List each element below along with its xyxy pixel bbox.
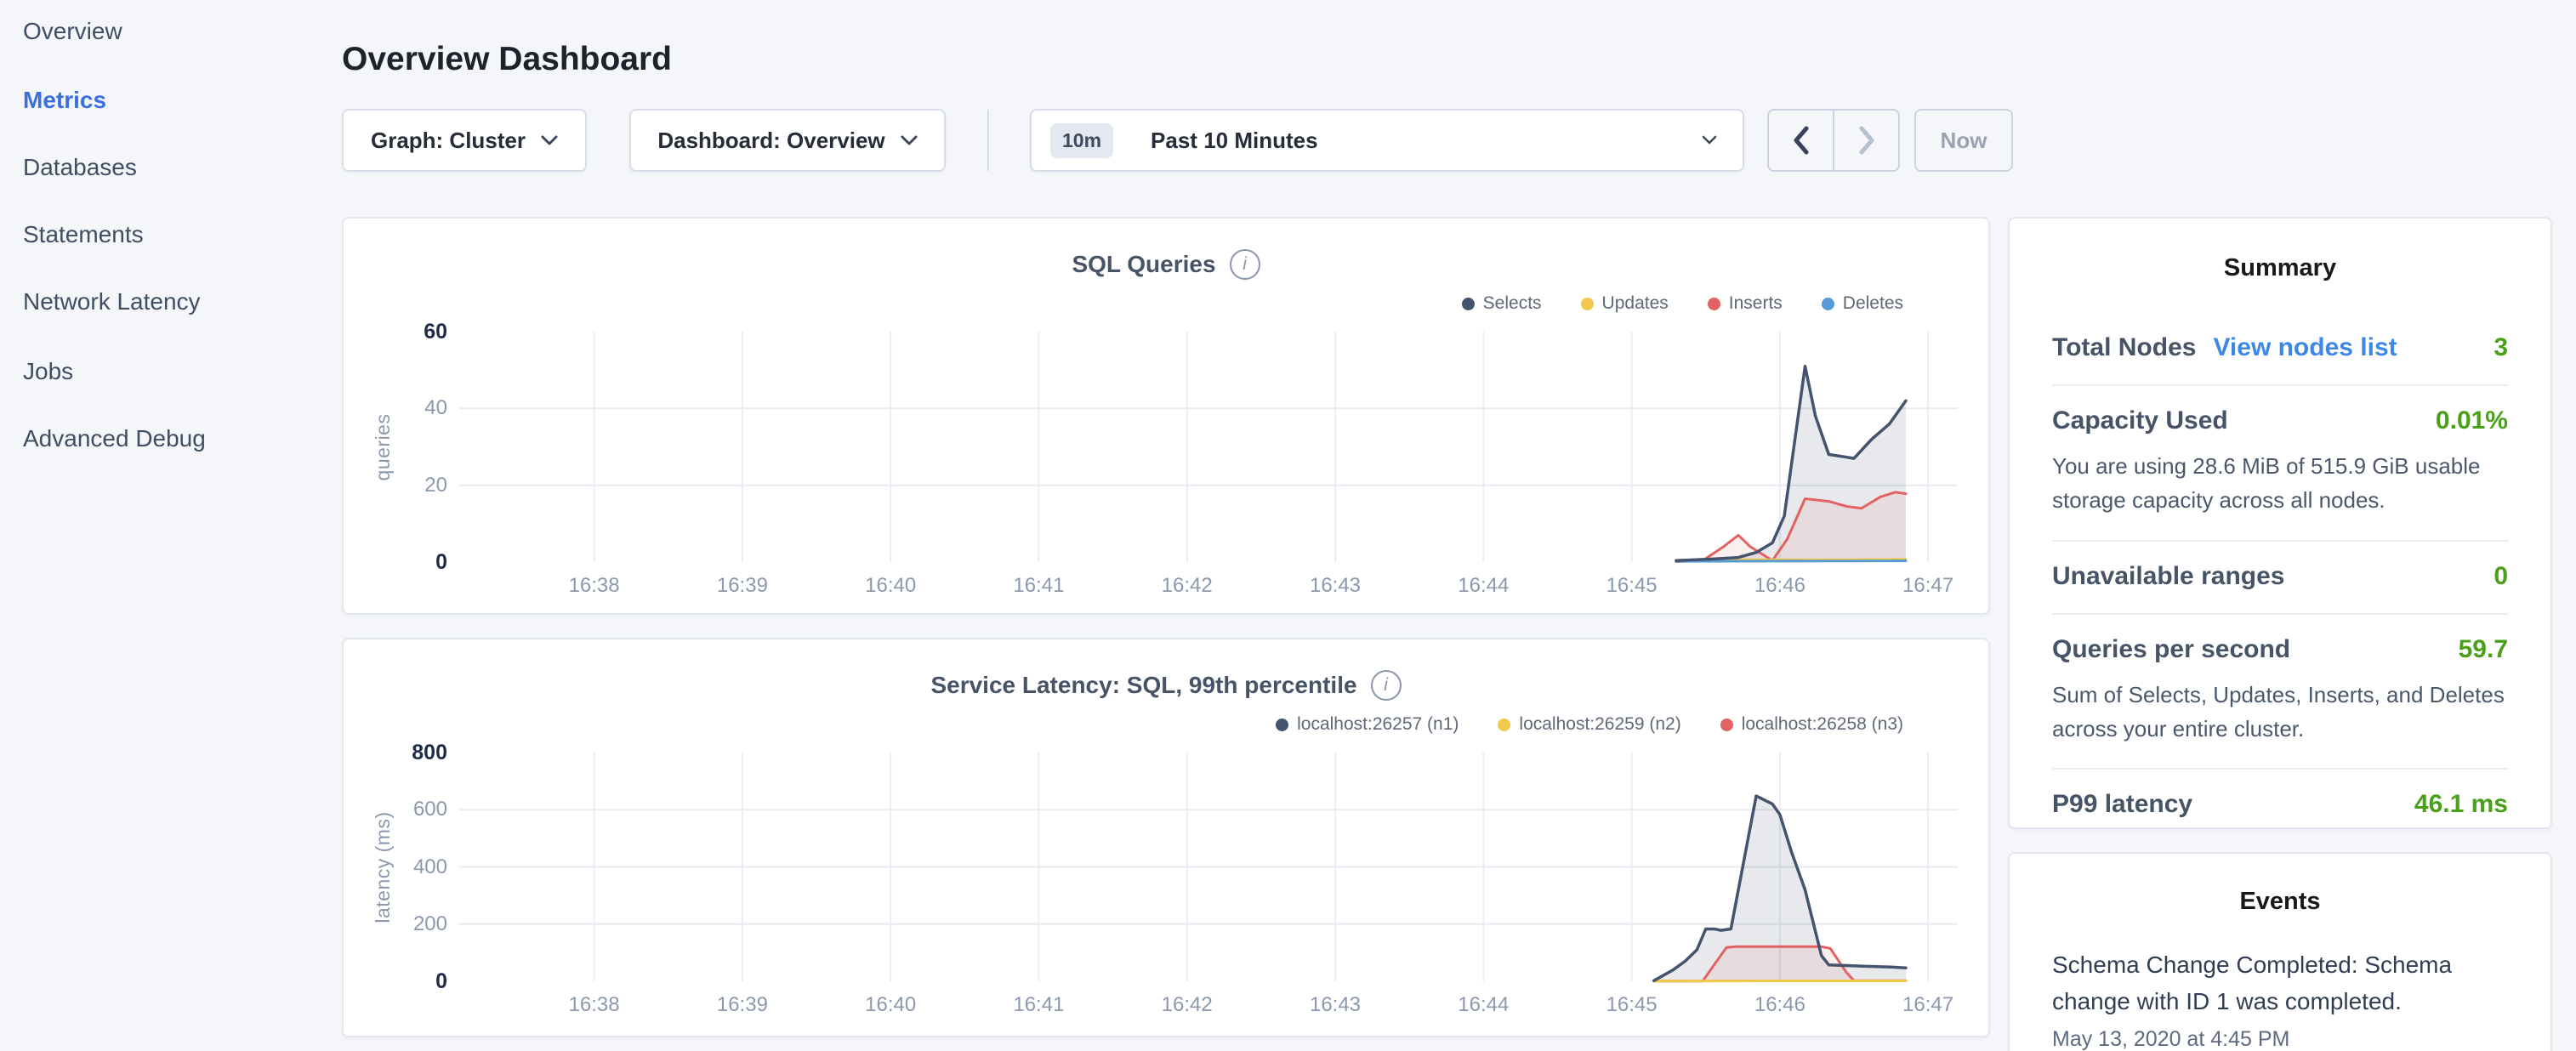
events-panel: Events Schema Change Completed: Schema c…: [2008, 852, 2552, 1051]
y-axis-tick: 400: [345, 855, 447, 880]
chevron-left-icon: [1792, 125, 1811, 156]
y-axis-tick: 40: [345, 395, 447, 421]
x-axis-tick: 16:44: [1424, 993, 1543, 1017]
x-axis-tick: 16:42: [1128, 574, 1247, 598]
chevron-down-icon: [541, 135, 558, 146]
sidebar: Overview Metrics Databases Statements Networ…: [0, 0, 336, 1051]
service-latency-chart: 800 600 400 200 0 16:38 16:39 16:40 16:41 16:42 16…: [344, 639, 1988, 1036]
summary-value: 59.7: [2459, 635, 2508, 664]
summary-row-capacity-used: Capacity Used 0.01% You are using 28.6 M…: [2052, 384, 2508, 540]
time-prev-button[interactable]: [1769, 111, 1834, 170]
time-next-button[interactable]: [1834, 111, 1898, 170]
page-title: Overview Dashboard: [342, 41, 672, 78]
x-axis-tick: 16:47: [1868, 993, 1987, 1017]
summary-value: 0: [2494, 562, 2508, 591]
app-root: Overview Metrics Databases Statements Networ…: [0, 0, 2576, 1051]
toolbar-divider: [987, 110, 989, 171]
summary-value: 3: [2494, 333, 2508, 362]
x-axis-tick: 16:41: [979, 574, 1098, 598]
summary-subtext: Sum of Selects, Updates, Inserts, and De…: [2052, 678, 2508, 747]
time-pager: [1767, 109, 1900, 172]
dashboard-dropdown-label: Dashboard: Overview: [657, 128, 884, 154]
view-nodes-list-link[interactable]: View nodes list: [2213, 333, 2397, 362]
chevron-right-icon: [1857, 125, 1876, 156]
dashboard-dropdown[interactable]: Dashboard: Overview: [629, 109, 946, 172]
y-axis-tick: 0: [345, 549, 447, 575]
summary-value: 46.1 ms: [2414, 790, 2508, 819]
chart-plot-area: [459, 332, 1958, 562]
sql-queries-chart: 60 40 20 0 16:38 16:39 16:40 16:41 16:42 16:43 16:…: [344, 219, 1988, 613]
sql-queries-chart-card: SQL Queries i SelectsUpdatesInsertsDelet…: [342, 217, 1990, 615]
event-timestamp: May 13, 2020 at 4:45 PM: [2052, 1027, 2508, 1051]
x-axis-tick: 16:42: [1128, 993, 1247, 1017]
x-axis-tick: 16:45: [1572, 993, 1692, 1017]
y-axis-tick: 800: [345, 740, 447, 765]
x-axis-tick: 16:47: [1868, 574, 1987, 598]
summary-label: P99 latency: [2052, 790, 2192, 819]
now-button[interactable]: Now: [1914, 109, 2013, 172]
sidebar-item-overview[interactable]: Overview: [23, 13, 122, 50]
summary-row-p99-latency: P99 latency 46.1 ms: [2052, 768, 2508, 841]
chart-plot-area: [459, 753, 1958, 981]
summary-row-total-nodes: Total Nodes View nodes list 3: [2052, 313, 2508, 384]
x-axis-tick: 16:43: [1276, 993, 1395, 1017]
summary-label: Unavailable ranges: [2052, 562, 2284, 591]
sidebar-item-network-latency[interactable]: Network Latency: [23, 283, 201, 321]
service-latency-chart-card: Service Latency: SQL, 99th percentile i …: [342, 638, 1990, 1037]
time-range-dropdown[interactable]: 10m Past 10 Minutes: [1030, 109, 1744, 172]
sidebar-item-jobs[interactable]: Jobs: [23, 353, 73, 390]
x-axis-tick: 16:40: [831, 574, 950, 598]
y-axis-tick: 20: [345, 473, 447, 498]
time-range-badge: 10m: [1050, 123, 1113, 158]
x-axis-tick: 16:38: [535, 993, 654, 1017]
summary-title: Summary: [2052, 254, 2508, 282]
x-axis-tick: 16:38: [535, 574, 654, 598]
chevron-down-icon: [1702, 135, 1717, 145]
sidebar-item-advanced-debug[interactable]: Advanced Debug: [23, 420, 206, 457]
sidebar-item-statements[interactable]: Statements: [23, 216, 144, 253]
x-axis-tick: 16:44: [1424, 574, 1543, 598]
x-axis-tick: 16:39: [683, 574, 802, 598]
y-axis-tick: 0: [345, 969, 447, 994]
y-axis-tick: 60: [345, 319, 447, 344]
summary-label: Queries per second: [2052, 635, 2290, 664]
y-axis-unit-label: latency (ms): [370, 714, 395, 1020]
chevron-down-icon: [901, 135, 918, 146]
x-axis-tick: 16:45: [1572, 574, 1692, 598]
summary-label: Total Nodes: [2052, 333, 2196, 362]
event-text: Schema Change Completed: Schema change w…: [2052, 946, 2508, 1020]
events-title: Events: [2052, 888, 2508, 916]
sidebar-item-databases[interactable]: Databases: [23, 149, 137, 186]
x-axis-tick: 16:46: [1720, 574, 1840, 598]
graph-dropdown-label: Graph: Cluster: [371, 128, 526, 154]
y-axis-tick: 600: [345, 797, 447, 822]
summary-panel: Summary Total Nodes View nodes list 3 Ca…: [2008, 217, 2552, 829]
event-list-item[interactable]: Schema Change Completed: Schema change w…: [2052, 946, 2508, 1051]
graph-dropdown[interactable]: Graph: Cluster: [342, 109, 587, 172]
summary-label: Capacity Used: [2052, 406, 2228, 435]
summary-row-queries-per-second: Queries per second 59.7 Sum of Selects, …: [2052, 613, 2508, 769]
x-axis-tick: 16:39: [683, 993, 802, 1017]
x-axis-tick: 16:41: [979, 993, 1098, 1017]
summary-subtext: You are using 28.6 MiB of 515.9 GiB usab…: [2052, 449, 2508, 518]
y-axis-unit-label: queries: [370, 294, 395, 600]
x-axis-tick: 16:40: [831, 993, 950, 1017]
summary-value: 0.01%: [2436, 406, 2508, 435]
y-axis-tick: 200: [345, 912, 447, 937]
x-axis-tick: 16:43: [1276, 574, 1395, 598]
sidebar-item-metrics[interactable]: Metrics: [23, 82, 106, 119]
summary-row-unavailable-ranges: Unavailable ranges 0: [2052, 540, 2508, 613]
time-range-label: Past 10 Minutes: [1151, 128, 1318, 154]
x-axis-tick: 16:46: [1720, 993, 1840, 1017]
